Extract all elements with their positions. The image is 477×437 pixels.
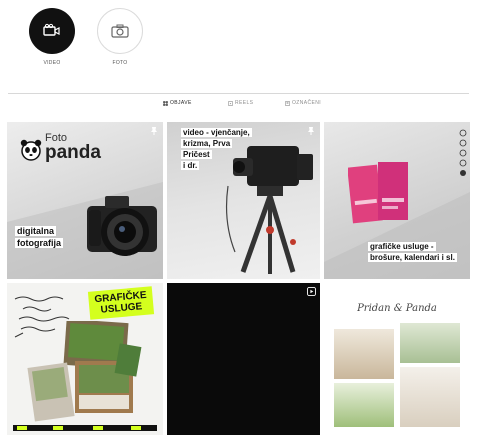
bar-accent — [93, 426, 103, 430]
camera-icon — [111, 24, 129, 38]
highlight-video-circle[interactable] — [29, 8, 75, 54]
video-camera-icon — [43, 23, 60, 36]
tagged-icon — [285, 100, 290, 106]
tab-posts[interactable]: OBJAVE — [163, 100, 192, 106]
contact-icons — [459, 129, 467, 176]
photo-table — [400, 367, 460, 427]
panda-logo-icon — [20, 139, 42, 161]
highlight-foto-label: FOTO — [112, 60, 128, 66]
post-video-services[interactable]: video - vjenčanje, krizma, Prva Pričest … — [167, 122, 320, 279]
tab-tagged[interactable]: OZNAČENI — [285, 100, 321, 106]
reel-video-icon — [307, 287, 316, 296]
grid-icon — [163, 100, 168, 106]
highlight-video-label: VIDEO — [43, 60, 61, 66]
bar-accent — [131, 426, 141, 430]
highlight-foto[interactable]: FOTO — [96, 8, 144, 66]
post-3-line2: brošure, kalendari i sl. — [368, 253, 457, 263]
posts-grid: Foto panda digitalna fotografija video -… — [7, 122, 470, 435]
post-foto-panda[interactable]: Foto panda digitalna fotografija — [7, 122, 163, 279]
tab-reels-label: REELS — [235, 100, 254, 106]
post-4-contact-bar — [13, 425, 157, 431]
post-2-line4: i dr. — [181, 161, 200, 171]
dslr-camera-graphic — [87, 196, 157, 256]
post-3-line1: grafičke usluge - — [368, 242, 436, 252]
bar-accent — [53, 426, 63, 430]
reels-icon — [228, 100, 233, 106]
post-1-caption-line2: fotografija — [15, 238, 63, 249]
photo-hall — [334, 329, 394, 379]
pin-icon — [308, 127, 314, 135]
logo-panda-text: panda — [45, 142, 101, 163]
post-2-line3: Pričest — [181, 150, 212, 160]
graficke-usluge-badge: GRAFIČKE USLUGE — [87, 286, 155, 320]
tab-tagged-label: OZNAČENI — [292, 100, 322, 106]
post-graficke-usluge[interactable]: GRAFIČKE USLUGE — [7, 283, 163, 435]
profile-page: VIDEO FOTO OBJAVE REELS OZNAČENI Foto pa… — [0, 0, 477, 437]
tab-reels[interactable]: REELS — [228, 100, 253, 106]
video-camera-tripod-graphic — [225, 146, 313, 274]
brochure-graphic — [348, 162, 408, 224]
post-2-line1: video - vjenčanje, — [181, 128, 252, 138]
post-6-script-title: Pridan & Panda — [357, 303, 437, 314]
post-graphic-services[interactable]: grafičke usluge - brošure, kalendari i s… — [324, 122, 470, 279]
post-video-black[interactable] — [167, 283, 320, 435]
bar-accent — [17, 426, 27, 430]
photo-flowers — [400, 323, 460, 363]
photo-bouquet — [334, 383, 394, 427]
calendar-collage-graphic — [27, 321, 142, 422]
highlight-foto-circle[interactable] — [97, 8, 143, 54]
post-wedding-decor[interactable]: Pridan & Panda — [324, 283, 470, 435]
tabs-divider — [8, 93, 469, 94]
profile-tabs: OBJAVE REELS OZNAČENI — [0, 100, 477, 114]
highlight-video[interactable]: VIDEO — [28, 8, 76, 66]
tab-posts-label: OBJAVE — [170, 100, 192, 106]
pin-icon — [151, 127, 157, 135]
post-1-caption-line1: digitalna — [15, 226, 57, 237]
